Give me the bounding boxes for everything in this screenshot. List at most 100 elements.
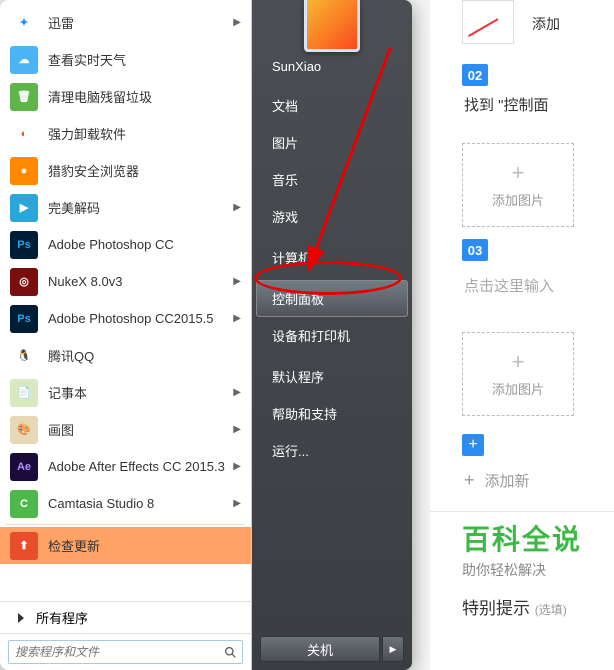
plus-icon: + xyxy=(512,162,525,184)
app-item-10[interactable]: 📄记事本▶ xyxy=(0,374,251,411)
app-icon: ▶ xyxy=(10,194,38,222)
shutdown-button[interactable]: 关机 xyxy=(260,636,380,662)
user-avatar[interactable] xyxy=(304,0,360,52)
app-icon: ☁ xyxy=(10,46,38,74)
chevron-right-icon: ▶ xyxy=(233,387,241,398)
app-item-2[interactable]: 🗑 清理电脑残留垃圾 xyxy=(0,78,251,115)
app-label: Adobe Photoshop CC2015.5 xyxy=(48,311,229,326)
app-item-6[interactable]: PsAdobe Photoshop CC xyxy=(0,226,251,263)
app-icon: ● xyxy=(10,157,38,185)
app-label: 迅雷 xyxy=(48,13,229,32)
app-label: 完美解码 xyxy=(48,198,229,217)
app-item-14[interactable]: ⬆ 检查更新 xyxy=(0,527,251,564)
add-image-box-1[interactable]: + 添加图片 xyxy=(462,143,574,227)
app-icon: Ae xyxy=(10,453,38,481)
app-item-12[interactable]: AeAdobe After Effects CC 2015.3▶ xyxy=(0,448,251,485)
right-pane-list: SunXiao 文档图片音乐游戏计算机控制面板设备和打印机默认程序帮助和支持运行.… xyxy=(252,44,412,628)
right-pane-item-文档[interactable]: 文档 xyxy=(256,87,408,124)
add-step-button[interactable]: + xyxy=(462,434,484,456)
step-02-text: 找到 "控制面 xyxy=(464,94,614,115)
chevron-right-icon: ▶ xyxy=(233,313,241,324)
app-icon: ⬆ xyxy=(10,532,38,560)
app-label: NukeX 8.0v3 xyxy=(48,274,229,289)
app-item-0[interactable]: ✦ 迅雷 ▶ xyxy=(0,4,251,41)
app-item-8[interactable]: Ps Adobe Photoshop CC2015.5 ▶ xyxy=(0,300,251,337)
app-icon: ✦ xyxy=(10,9,38,37)
special-label: 特别提示 xyxy=(462,599,530,618)
app-label: 清理电脑残留垃圾 xyxy=(48,87,241,106)
add-image-label: 添加图片 xyxy=(492,190,544,209)
app-list: ✦ 迅雷 ▶ ☁ 查看实时天气 🗑 清理电脑残留垃圾 ◐强力卸载软件 ● 猎豹安全浏览器 ▶ 完美解码… xyxy=(0,0,251,601)
app-label: Adobe After Effects CC 2015.3 xyxy=(48,459,229,474)
step-03-text[interactable]: 点击这里输入 xyxy=(464,275,614,296)
app-label: 腾讯QQ xyxy=(48,346,241,365)
thumbnail-preview[interactable] xyxy=(462,0,514,44)
app-icon: 🎨 xyxy=(10,416,38,444)
right-pane-item-默认程序[interactable]: 默认程序 xyxy=(256,358,408,395)
search-box[interactable] xyxy=(8,640,243,664)
chevron-right-icon: ▶ xyxy=(233,202,241,213)
right-pane-item-控制面板[interactable]: 控制面板 xyxy=(256,280,408,317)
start-menu-left-pane: ✦ 迅雷 ▶ ☁ 查看实时天气 🗑 清理电脑残留垃圾 ◐强力卸载软件 ● 猎豹安全浏览器 ▶ 完美解码… xyxy=(0,0,252,670)
search-icon[interactable] xyxy=(218,641,242,663)
app-icon: 📄 xyxy=(10,379,38,407)
step-03-row: 03 xyxy=(462,239,614,261)
start-menu: ✦ 迅雷 ▶ ☁ 查看实时天气 🗑 清理电脑残留垃圾 ◐强力卸载软件 ● 猎豹安全浏览器 ▶ 完美解码… xyxy=(0,0,412,670)
app-item-5[interactable]: ▶ 完美解码 ▶ xyxy=(0,189,251,226)
search-row xyxy=(0,633,251,670)
right-pane-item-图片[interactable]: 图片 xyxy=(256,124,408,161)
optional-label: (选填) xyxy=(535,603,567,617)
add-label-top: 添加 xyxy=(532,14,560,34)
app-icon: C xyxy=(10,490,38,518)
app-label: 查看实时天气 xyxy=(48,50,241,69)
all-programs-button[interactable]: 所有程序 xyxy=(0,601,251,633)
app-item-11[interactable]: 🎨 画图 ▶ xyxy=(0,411,251,448)
right-pane-item-设备和打印机[interactable]: 设备和打印机 xyxy=(256,317,408,354)
right-pane-item-游戏[interactable]: 游戏 xyxy=(256,198,408,235)
shutdown-more-button[interactable]: ▶ xyxy=(382,636,404,662)
app-icon: ◎ xyxy=(10,268,38,296)
app-label: 画图 xyxy=(48,420,229,439)
app-label: Camtasia Studio 8 xyxy=(48,496,229,511)
all-programs-label: 所有程序 xyxy=(36,608,88,627)
app-label: 检查更新 xyxy=(48,536,241,555)
app-item-1[interactable]: ☁ 查看实时天气 xyxy=(0,41,251,78)
right-pane-item-运行...[interactable]: 运行... xyxy=(256,432,408,469)
baike-title: 百科全说 xyxy=(462,518,614,558)
right-pane-item-帮助和支持[interactable]: 帮助和支持 xyxy=(256,395,408,432)
shutdown-label: 关机 xyxy=(307,640,333,659)
baike-subtitle: 助你轻松解决 xyxy=(462,560,614,580)
start-menu-right-pane: SunXiao 文档图片音乐游戏计算机控制面板设备和打印机默认程序帮助和支持运行.… xyxy=(252,0,412,670)
step-02-row: 02 xyxy=(462,64,614,86)
add-image-label: 添加图片 xyxy=(492,379,544,398)
plus-icon: + xyxy=(512,351,525,373)
step-03-badge: 03 xyxy=(462,239,488,261)
chevron-right-icon: ▶ xyxy=(233,17,241,28)
search-input[interactable] xyxy=(9,645,218,659)
webpage-sidebar: 添加 02 找到 "控制面 + 添加图片 03 点击这里输入 + 添加图片 + … xyxy=(430,0,614,670)
right-pane-item-音乐[interactable]: 音乐 xyxy=(256,161,408,198)
chevron-right-icon: ▶ xyxy=(233,424,241,435)
step-02-badge: 02 xyxy=(462,64,488,86)
app-icon: 🐧 xyxy=(10,342,38,370)
app-item-7[interactable]: ◎ NukeX 8.0v3 ▶ xyxy=(0,263,251,300)
add-new-row[interactable]: + 添加新 xyxy=(464,470,614,491)
app-icon: ◐ xyxy=(10,120,38,148)
chevron-right-icon: ▶ xyxy=(233,276,241,287)
right-pane-item-SunXiao[interactable]: SunXiao xyxy=(256,50,408,83)
app-icon: Ps xyxy=(10,305,38,333)
app-icon: Ps xyxy=(10,231,38,259)
chevron-right-icon: ▶ xyxy=(233,498,241,509)
app-label: 猎豹安全浏览器 xyxy=(48,161,241,180)
app-item-3[interactable]: ◐强力卸载软件 xyxy=(0,115,251,152)
right-pane-item-计算机[interactable]: 计算机 xyxy=(256,239,408,276)
shutdown-row: 关机 ▶ xyxy=(252,628,412,670)
app-item-9[interactable]: 🐧 腾讯QQ xyxy=(0,337,251,374)
add-new-label: 添加新 xyxy=(485,470,530,491)
add-image-box-2[interactable]: + 添加图片 xyxy=(462,332,574,416)
app-icon: 🗑 xyxy=(10,83,38,111)
app-item-13[interactable]: C Camtasia Studio 8 ▶ xyxy=(0,485,251,522)
plus-icon: + xyxy=(464,470,475,491)
app-item-4[interactable]: ● 猎豹安全浏览器 xyxy=(0,152,251,189)
triangle-right-icon xyxy=(18,613,24,623)
